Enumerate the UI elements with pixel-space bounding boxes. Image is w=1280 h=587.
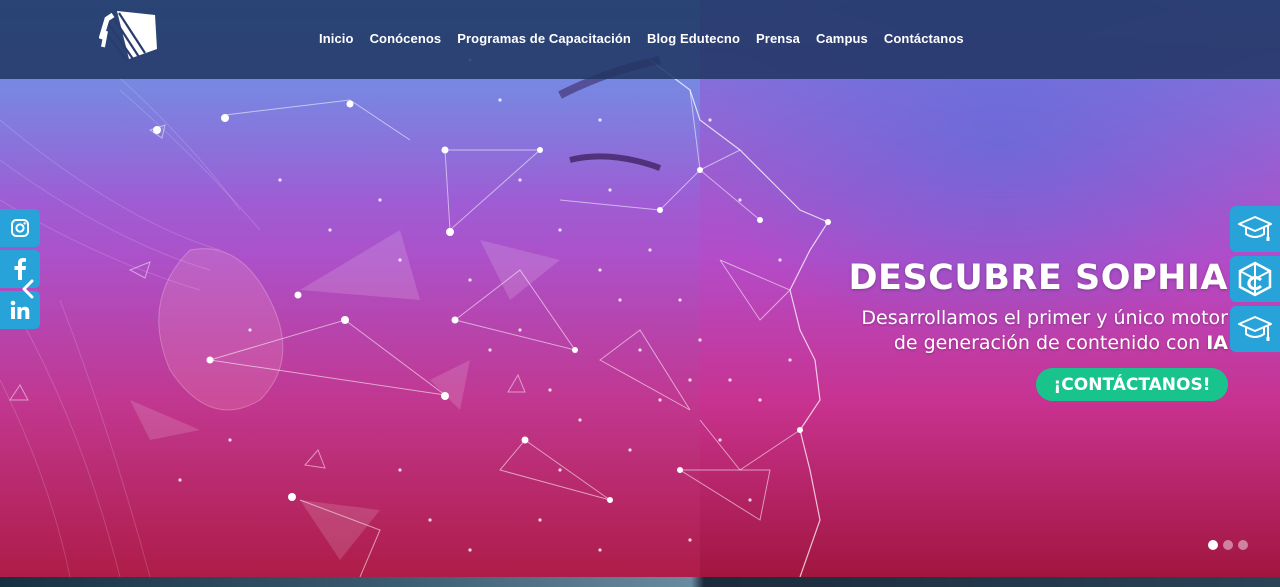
hero-subtitle-line2-text: de generación de contenido con xyxy=(893,332,1207,354)
nav-link-campus[interactable]: Campus xyxy=(816,31,868,46)
chevron-left-icon xyxy=(22,279,34,299)
next-section-preview xyxy=(0,577,1280,587)
cube-logo-icon xyxy=(1238,261,1272,297)
quick-access-courses-button[interactable] xyxy=(1230,306,1280,352)
nav-link-prensa[interactable]: Prensa xyxy=(756,31,800,46)
linkedin-icon xyxy=(10,300,30,319)
quick-access-sidebar xyxy=(1230,206,1280,356)
nav-link-programas[interactable]: Programas de Capacitación xyxy=(457,31,631,46)
slider-dots xyxy=(1208,540,1248,550)
hero-headline: DESCUBRE SOPHIA xyxy=(848,258,1228,298)
nav-link-conocenos[interactable]: Conócenos xyxy=(370,31,442,46)
top-navbar: Inicio Conócenos Programas de Capacitaci… xyxy=(0,0,1280,79)
graduation-cap-icon xyxy=(1238,216,1272,241)
slider-dot-1[interactable] xyxy=(1208,540,1218,550)
hero-subtitle: Desarrollamos el primer y único motor de… xyxy=(861,306,1228,356)
graduation-cap-icon xyxy=(1238,316,1272,341)
social-sidebar xyxy=(0,209,40,332)
edutecno-logo[interactable] xyxy=(99,9,159,61)
hero-subtitle-line2: de generación de contenido con IA xyxy=(861,331,1228,356)
nav-link-blog[interactable]: Blog Edutecno xyxy=(647,31,740,46)
slider-dot-3[interactable] xyxy=(1238,540,1248,550)
instagram-link[interactable] xyxy=(0,209,40,247)
hero-subtitle-line1: Desarrollamos el primer y único motor xyxy=(861,307,1228,329)
contact-cta-button[interactable]: ¡CONTÁCTANOS! xyxy=(1036,368,1228,401)
quick-access-campus-button[interactable] xyxy=(1230,206,1280,252)
nav-link-inicio[interactable]: Inicio xyxy=(319,31,354,46)
facebook-icon xyxy=(14,258,26,280)
nav-link-contactanos[interactable]: Contáctanos xyxy=(884,31,964,46)
hero-subtitle-ia: IA xyxy=(1206,332,1228,354)
instagram-icon xyxy=(11,219,29,237)
main-nav: Inicio Conócenos Programas de Capacitaci… xyxy=(319,31,964,46)
quick-access-platform-button[interactable] xyxy=(1230,256,1280,302)
slider-dot-2[interactable] xyxy=(1223,540,1233,550)
slider-prev-arrow[interactable] xyxy=(18,279,38,299)
